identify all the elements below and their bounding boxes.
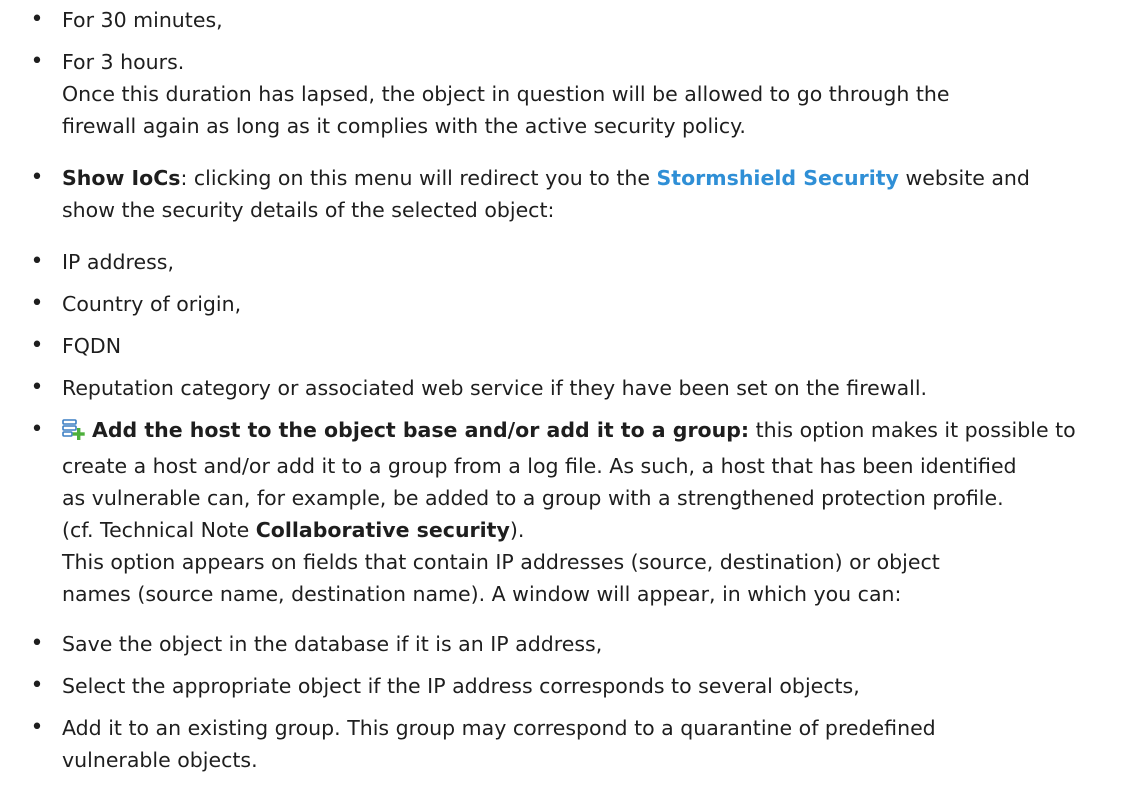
add-host-icon: [62, 418, 86, 450]
stormshield-security-link[interactable]: Stormshield Security: [657, 166, 899, 190]
bullet-marker: •: [30, 715, 44, 740]
item-text: vulnerable objects.: [62, 748, 258, 772]
item-text: Add it to an existing group. This group …: [62, 716, 936, 740]
menu-term-show-iocs: Show IoCs: [62, 166, 181, 190]
item-text: Save the object in the database if it is…: [62, 632, 603, 656]
item-text: names (source name, destination name). A…: [62, 582, 902, 606]
bullet-marker: •: [30, 165, 44, 190]
item-text: this option makes it possible to: [749, 418, 1076, 442]
document-page: • For 30 minutes, • For 3 hours. Once th…: [0, 0, 1144, 800]
item-text: Once this duration has lapsed, the objec…: [62, 82, 950, 106]
item-text: website and: [898, 166, 1030, 190]
technical-note-title: Collaborative security: [255, 518, 510, 542]
bullet-marker: •: [30, 673, 44, 698]
bullet-marker: •: [30, 631, 44, 656]
item-text: : clicking on this menu will redirect yo…: [180, 166, 657, 190]
bullet-marker: •: [30, 375, 44, 400]
item-text: Reputation category or associated web se…: [62, 376, 928, 400]
item-text: ).: [509, 518, 525, 542]
item-text: firewall again as long as it complies wi…: [62, 114, 746, 138]
bullet-marker: •: [30, 249, 44, 274]
item-text: as vulnerable can, for example, be added…: [62, 486, 1004, 510]
bullet-marker: •: [30, 417, 44, 442]
item-text: create a host and/or add it to a group f…: [62, 454, 1017, 478]
item-text: For 30 minutes,: [62, 8, 223, 32]
item-text: (cf. Technical Note: [62, 518, 256, 542]
bullet-marker: •: [30, 7, 44, 32]
bullet-marker: •: [30, 333, 44, 358]
item-text: FQDN: [62, 334, 122, 358]
item-text: Select the appropriate object if the IP …: [62, 674, 860, 698]
bullet-marker: •: [30, 291, 44, 316]
item-text: Country of origin,: [62, 292, 242, 316]
menu-term-add-host: Add the host to the object base and/or a…: [92, 418, 750, 442]
item-text: IP address,: [62, 250, 174, 274]
bullet-marker: •: [30, 49, 44, 74]
item-text: This option appears on fields that conta…: [62, 550, 940, 574]
item-text: For 3 hours.: [62, 50, 185, 74]
item-text: show the security details of the selecte…: [62, 198, 555, 222]
